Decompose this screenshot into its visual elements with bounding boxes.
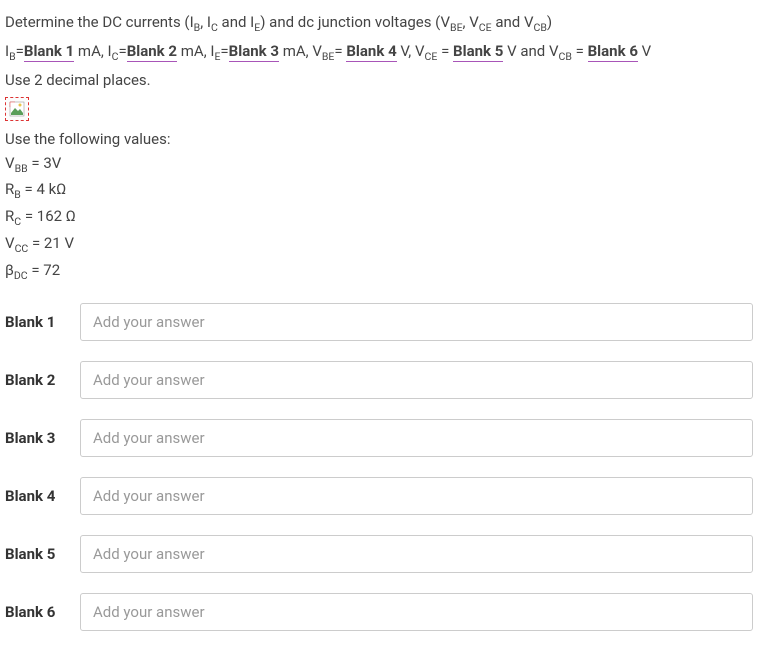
subscript: CE [425, 50, 438, 63]
blank-5-ref: Blank 5 [453, 42, 503, 62]
blank-6-input[interactable] [80, 593, 753, 631]
text: = [16, 42, 24, 60]
text: , V [463, 13, 479, 31]
text: Determine the DC currents (I [5, 13, 194, 31]
text: mA, V [279, 42, 322, 60]
blank-4-label: Blank 4 [5, 487, 80, 505]
text: ) [547, 13, 552, 31]
value-rc: RC = 162 Ω [5, 204, 753, 231]
text: mA, I [74, 42, 111, 60]
text: V and V [503, 42, 558, 60]
blank-5-input[interactable] [80, 535, 753, 573]
blank-6-label: Blank 6 [5, 603, 80, 621]
text: and I [218, 13, 254, 31]
blank-3-label: Blank 3 [5, 429, 80, 447]
text: and V [492, 13, 534, 31]
value-beta: βDC = 72 [5, 258, 753, 285]
broken-image-icon [5, 97, 29, 121]
values-heading: Use the following values: [5, 127, 753, 151]
blank-2-input[interactable] [80, 361, 753, 399]
subscript: CE [479, 21, 492, 34]
text: ) and dc junction voltages (V [260, 13, 450, 31]
text: mA, I [177, 42, 214, 60]
question-line-1: Determine the DC currents (IB, IC and IE… [5, 10, 753, 37]
subscript: BE [450, 21, 463, 34]
value-vbb: VBB = 3V [5, 151, 753, 178]
subscript: C [211, 21, 218, 34]
blank-2-ref: Blank 2 [127, 42, 177, 62]
blank-row-4: Blank 4 [5, 477, 753, 515]
subscript: BE [322, 50, 335, 63]
values-block: Use the following values: VBB = 3V RB = … [5, 127, 753, 285]
blank-row-6: Blank 6 [5, 593, 753, 631]
blank-1-ref: Blank 1 [24, 42, 74, 62]
blank-1-input[interactable] [80, 303, 753, 341]
text: V [638, 42, 651, 60]
blank-2-label: Blank 2 [5, 371, 80, 389]
question-line-2: IB=Blank 1 mA, IC=Blank 2 mA, IE=Blank 3… [5, 39, 753, 66]
text: = [334, 42, 346, 60]
text: = [118, 42, 126, 60]
blank-row-2: Blank 2 [5, 361, 753, 399]
question-prompt: Determine the DC currents (IB, IC and IE… [5, 10, 753, 92]
value-vcc: VCC = 21 V [5, 231, 753, 258]
blank-3-ref: Blank 3 [229, 42, 279, 62]
blank-row-5: Blank 5 [5, 535, 753, 573]
question-line-3: Use 2 decimal places. [5, 68, 753, 92]
subscript: CB [559, 50, 572, 63]
text: = [572, 42, 588, 60]
blank-row-3: Blank 3 [5, 419, 753, 457]
text: = [437, 42, 453, 60]
subscript: CB [534, 21, 547, 34]
text: = [220, 42, 228, 60]
blank-3-input[interactable] [80, 419, 753, 457]
blank-6-ref: Blank 6 [588, 42, 638, 62]
blank-row-1: Blank 1 [5, 303, 753, 341]
value-rb: RB = 4 kΩ [5, 177, 753, 204]
text: , I [200, 13, 211, 31]
blank-5-label: Blank 5 [5, 545, 80, 563]
blank-4-ref: Blank 4 [346, 42, 396, 62]
text: V, V [397, 42, 425, 60]
blank-4-input[interactable] [80, 477, 753, 515]
blank-1-label: Blank 1 [5, 313, 80, 331]
